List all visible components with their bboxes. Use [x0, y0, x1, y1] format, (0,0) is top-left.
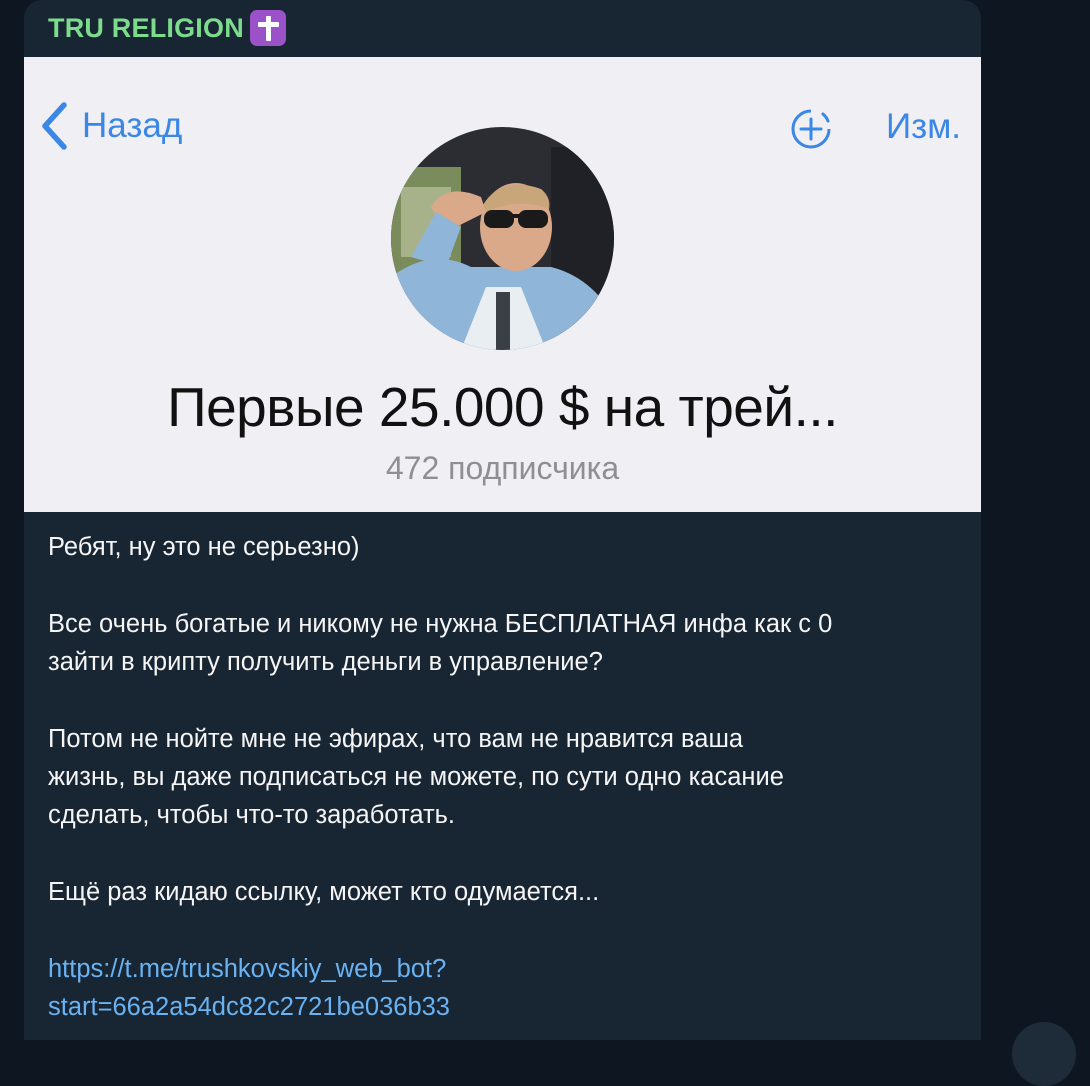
avatar-photo	[391, 127, 614, 350]
scroll-down-button[interactable]	[1012, 1022, 1076, 1086]
chevron-left-icon	[42, 102, 67, 150]
bot-link[interactable]: https://t.me/trushkovskiy_web_bot? start…	[48, 950, 958, 1026]
message-sender[interactable]: TRU RELIGION	[48, 8, 286, 48]
message-paragraph-1: Ребят, ну это не серьезно)	[48, 533, 360, 561]
subscriber-count: 472 подписчика	[385, 450, 620, 486]
attached-screenshot[interactable]: Назад Изм. Первые 25.000 $ на трей... 47…	[24, 57, 981, 512]
message-text: Ребят, ну это не серьезно) Все очень бог…	[48, 528, 958, 1026]
channel-avatar	[391, 127, 614, 350]
add-member-icon	[791, 109, 831, 149]
latin-cross-icon	[249, 10, 286, 46]
sender-name[interactable]: TRU RELIGION	[48, 13, 244, 44]
edit-button: Изм.	[886, 107, 961, 146]
message-paragraph-4: Ещё раз кидаю ссылку, может кто одумаетс…	[48, 878, 600, 906]
channel-title: Первые 25.000 $ на трей...	[167, 376, 838, 438]
message-bubble: TRU RELIGION Назад Изм. Первые 25.000 $ …	[24, 0, 981, 1040]
back-button: Назад	[40, 101, 182, 151]
message-paragraph-2: Все очень богатые и никому не нужна БЕСП…	[48, 610, 833, 676]
back-label: Назад	[82, 106, 183, 145]
message-paragraph-3: Потом не нойте мне не эфирах, что вам не…	[48, 725, 784, 829]
